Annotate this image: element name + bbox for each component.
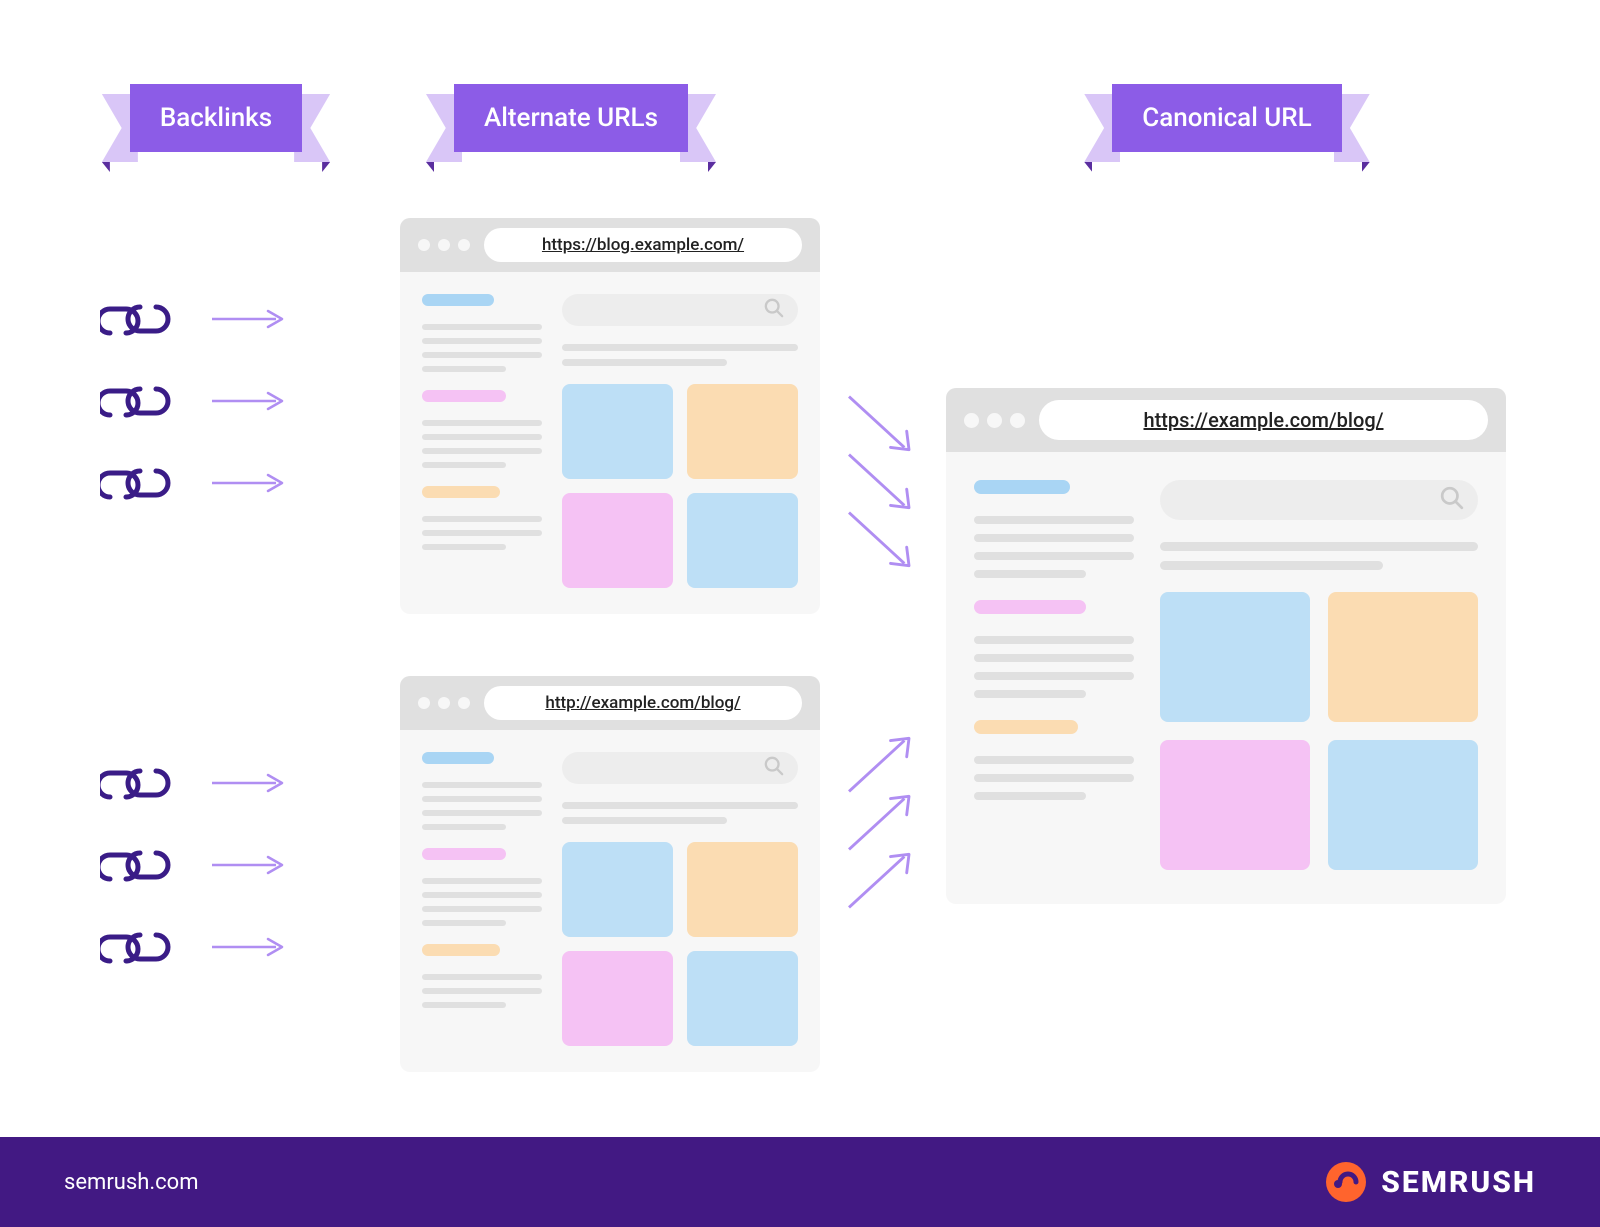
footer: semrush.com SEMRUSH (0, 1137, 1600, 1227)
search-placeholder (562, 294, 798, 326)
tile (687, 951, 798, 1046)
brand: SEMRUSH (1325, 1161, 1536, 1203)
url-text: https://blog.example.com/ (542, 235, 744, 255)
ribbon-label: Canonical URL (1142, 103, 1311, 133)
search-icon (764, 298, 784, 322)
tile (1328, 740, 1478, 870)
arrow-diagonal-up-icon (844, 852, 914, 912)
arrow-right-icon (210, 473, 292, 493)
search-icon (764, 756, 784, 780)
ribbon-alternate-urls: Alternate URLs (406, 84, 736, 152)
footer-site: semrush.com (64, 1170, 199, 1195)
sidebar-pill (422, 848, 506, 860)
arrow-diagonal-down-icon (844, 392, 914, 452)
tile (562, 384, 673, 479)
brand-text: SEMRUSH (1381, 1165, 1536, 1200)
arrow-right-icon (210, 937, 292, 957)
arrow-diagonal-down-icon (844, 450, 914, 510)
ribbon-label: Alternate URLs (484, 103, 658, 133)
sidebar-pill (422, 294, 494, 306)
sidebar-pill (974, 720, 1078, 734)
address-bar: https://example.com/blog/ (1039, 400, 1488, 440)
chain-link-icon (100, 382, 172, 420)
arrow-diagonal-up-icon (844, 794, 914, 854)
tile (1328, 592, 1478, 722)
arrow-right-icon (210, 391, 292, 411)
browser-canonical: https://example.com/blog/ (946, 388, 1506, 904)
chain-link-icon (100, 846, 172, 884)
search-icon (1440, 486, 1464, 514)
search-placeholder (562, 752, 798, 784)
address-bar: http://example.com/blog/ (484, 686, 802, 720)
ribbon-canonical-url: Canonical URL (1064, 84, 1390, 152)
tile (687, 842, 798, 937)
tile (1160, 592, 1310, 722)
chain-link-icon (100, 464, 172, 502)
window-controls-icon (418, 239, 470, 251)
browser-alternate-2: http://example.com/blog/ (400, 676, 820, 1072)
ribbon-backlinks: Backlinks (86, 84, 346, 152)
ribbon-label: Backlinks (160, 103, 272, 133)
sidebar-pill (422, 486, 500, 498)
sidebar-pill (422, 944, 500, 956)
chain-link-icon (100, 764, 172, 802)
arrow-right-icon (210, 855, 292, 875)
arrow-diagonal-up-icon (844, 736, 914, 796)
tile (687, 493, 798, 588)
search-placeholder (1160, 480, 1478, 520)
arrow-right-icon (210, 309, 292, 329)
address-bar: https://blog.example.com/ (484, 228, 802, 262)
chain-link-icon (100, 300, 172, 338)
url-text: http://example.com/blog/ (545, 693, 740, 713)
sidebar-pill (974, 480, 1070, 494)
window-controls-icon (964, 413, 1025, 428)
tile (687, 384, 798, 479)
arrow-right-icon (210, 773, 292, 793)
sidebar-pill (422, 752, 494, 764)
tile (562, 493, 673, 588)
tile (562, 842, 673, 937)
chain-link-icon (100, 928, 172, 966)
window-controls-icon (418, 697, 470, 709)
browser-alternate-1: https://blog.example.com/ (400, 218, 820, 614)
url-text: https://example.com/blog/ (1144, 408, 1384, 432)
tile (1160, 740, 1310, 870)
semrush-logo-icon (1325, 1161, 1367, 1203)
tile (562, 951, 673, 1046)
arrow-diagonal-down-icon (844, 508, 914, 568)
sidebar-pill (422, 390, 506, 402)
sidebar-pill (974, 600, 1086, 614)
